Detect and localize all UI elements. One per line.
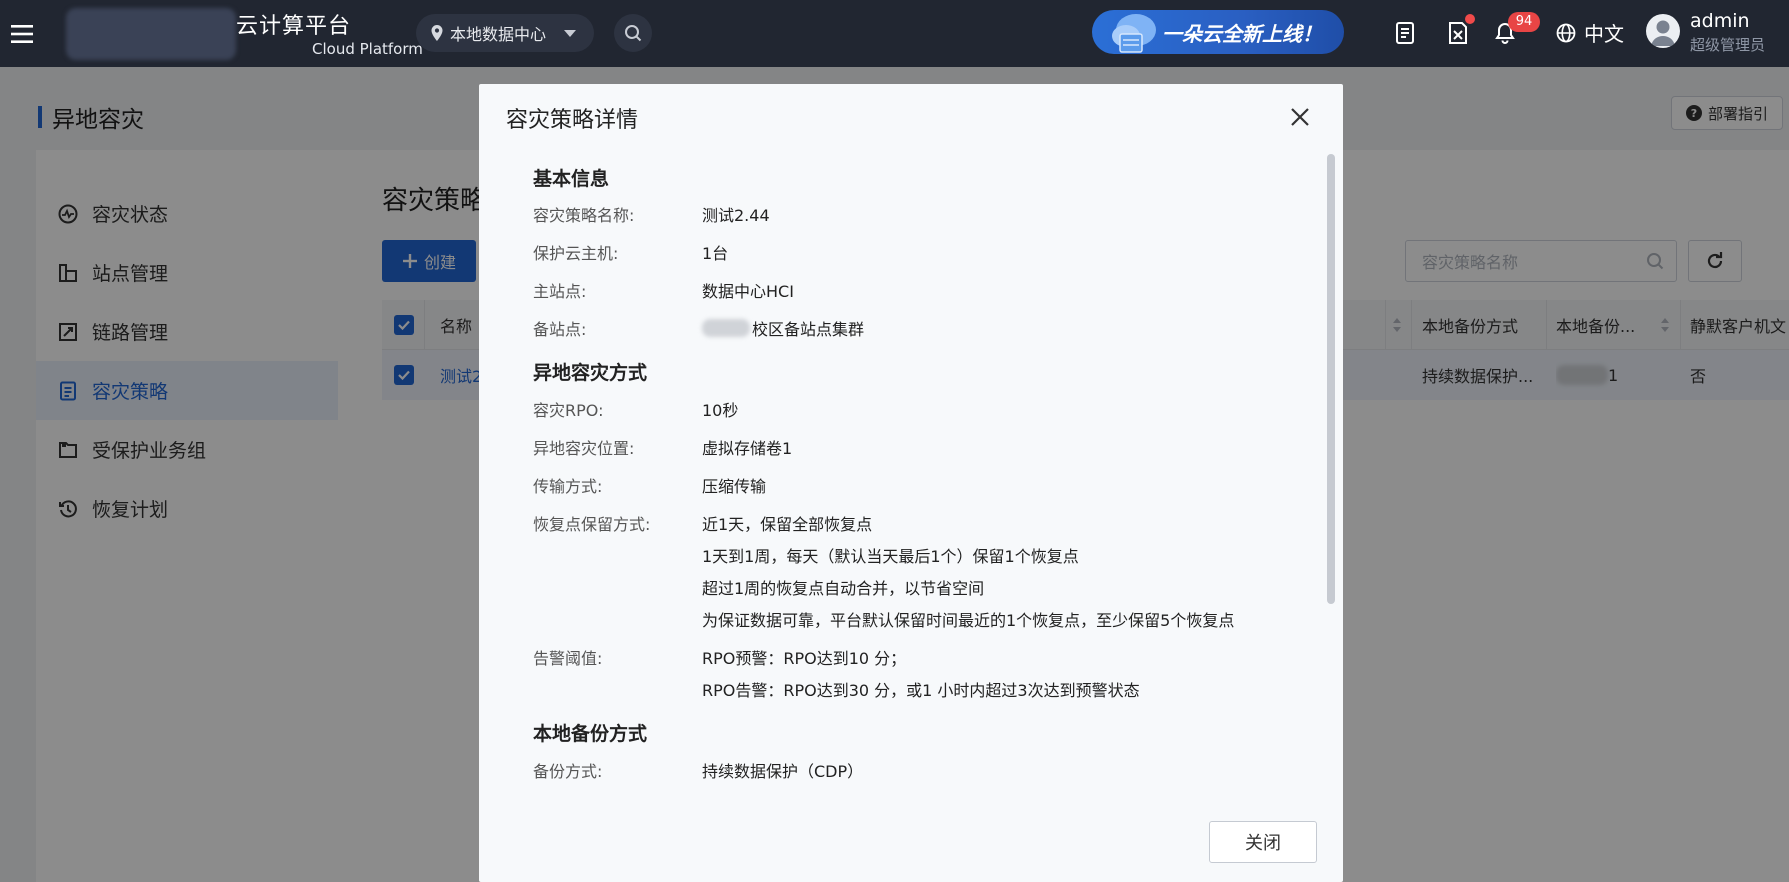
logo [66,8,236,60]
notification-count-badge: 94 [1508,12,1540,32]
transfer-mode-label: 传输方式: [533,477,603,496]
dialog-title: 容灾策略详情 [506,108,639,133]
brand: 云计算平台 Cloud Platform [236,8,423,58]
primary-site-value: 数据中心HCI [702,282,794,301]
policy-detail-dialog: 容灾策略详情 基本信息 容灾策略名称: 测试2.44 保护云主机: 1台 主站点… [479,84,1343,882]
language-label: 中文 [1584,22,1624,46]
brand-subtitle: Cloud Platform [312,40,423,58]
globe-icon [1556,23,1576,42]
policy-name-label: 容灾策略名称: [533,206,635,225]
redacted-value [702,319,750,337]
close-button[interactable]: 关闭 [1209,821,1317,863]
cloud-server-icon [1112,14,1156,53]
user-role: 超级管理员 [1690,36,1766,54]
rpo-value: 10秒 [702,401,739,420]
section-local-backup: 本地备份方式 [533,723,648,745]
backup-site-value: 校区备站点集群 [702,316,864,340]
protected-vm-value: 1台 [702,244,729,263]
task-alert-dot [1465,14,1475,24]
dialog-scrollbar[interactable] [1327,154,1335,604]
promo-banner[interactable]: 一朵云全新上线！ [1092,10,1344,54]
user-icon [1651,20,1675,46]
protected-vm-label: 保护云主机: [533,244,619,263]
language-switcher[interactable]: 中文 [1556,18,1624,47]
task-icon[interactable] [1445,20,1471,46]
primary-site-label: 主站点: [533,282,587,301]
retention-label: 恢复点保留方式: [533,515,651,534]
section-remote-dr: 异地容灾方式 [533,362,648,384]
alarm-threshold-label: 告警阈值: [533,649,603,668]
section-basic-info: 基本信息 [533,168,610,190]
dr-location-label: 异地容灾位置: [533,439,635,458]
alarm-line-1: RPO预警：RPO达到10 分； [702,649,907,668]
dialog-body[interactable]: 基本信息 容灾策略名称: 测试2.44 保护云主机: 1台 主站点: 数据中心H… [479,144,1343,804]
backup-mode-value: 持续数据保护（CDP） [702,762,864,781]
policy-name-value: 测试2.44 [702,206,770,225]
retention-line-2: 1天到1周，每天（默认当天最后1个）保留1个恢复点 [702,547,1079,566]
rpo-label: 容灾RPO: [533,401,604,420]
user-name: admin [1690,10,1750,32]
datacenter-select[interactable]: 本地数据中心 [416,14,594,52]
user-info[interactable]: admin 超级管理员 [1690,10,1765,55]
menu-icon[interactable] [0,0,44,67]
backup-site-label: 备站点: [533,320,587,339]
search-icon [625,25,642,42]
brand-title: 云计算平台 [236,14,352,39]
top-navigation-bar: 云计算平台 Cloud Platform 本地数据中心 一朵云全新上线！ 94 … [0,0,1789,67]
chevron-down-icon [564,29,576,37]
alarm-line-2: RPO告警：RPO达到30 分，或1 小时内超过3次达到预警状态 [702,681,1140,700]
retention-line-1: 近1天，保留全部恢复点 [702,515,873,534]
datacenter-label: 本地数据中心 [450,25,547,44]
retention-line-3: 超过1周的恢复点自动合并，以节省空间 [702,579,985,598]
banner-text: 一朵云全新上线！ [1162,21,1322,46]
retention-line-4: 为保证数据可靠，平台默认保留时间最近的1个恢复点，至少保留5个恢复点 [702,611,1235,630]
document-icon[interactable] [1392,20,1418,46]
backup-mode-label: 备份方式: [533,762,603,781]
location-pin-icon [431,25,443,41]
avatar[interactable] [1646,14,1680,48]
close-icon[interactable] [1287,104,1313,130]
transfer-mode-value: 压缩传输 [702,477,767,496]
dr-location-value: 虚拟存储卷1 [702,439,793,458]
global-search-button[interactable] [614,14,652,52]
